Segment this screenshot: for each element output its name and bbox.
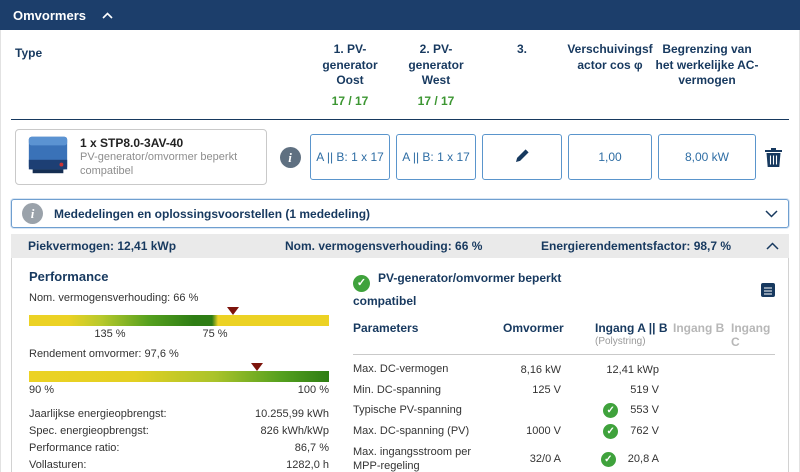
- banner-info-icon: [22, 203, 43, 225]
- stat-row: Vollasturen: 1282,0 h: [29, 458, 329, 471]
- efficiency-bar: [29, 371, 329, 383]
- nominal-power-ratio-value: Nom. vermogensverhouding: 66 %: [285, 239, 483, 254]
- check-icon: [603, 402, 619, 418]
- table-row: Min. DC-spanning 125 V 519 V: [353, 383, 659, 396]
- inverter-row: 1 x STP8.0-3AV-40 PV-generator/omvormer …: [1, 120, 799, 194]
- check-icon: [353, 275, 370, 293]
- gen2-config-button[interactable]: A || B: 1 x 17: [396, 134, 476, 181]
- delete-inverter-button[interactable]: [764, 147, 782, 167]
- column-ac-limit: Begrenzing van het werkelijke AC-vermoge…: [655, 42, 759, 88]
- energy-efficiency-factor-value: Energierendementsfactor: 98,7 %: [541, 239, 732, 254]
- power-ratio-bar: [29, 315, 329, 327]
- inverter-card[interactable]: 1 x STP8.0-3AV-40 PV-generator/omvormer …: [15, 129, 267, 186]
- section-title: Omvormers: [13, 7, 86, 23]
- stat-row: Performance ratio: 86,7 %: [29, 441, 329, 454]
- inverter-name: 1 x STP8.0-3AV-40: [80, 136, 184, 151]
- column-type: Type: [15, 46, 43, 60]
- column-gen2-west: 2. PV-generator West 17 / 17: [393, 42, 479, 109]
- power-ratio-gauge: [29, 306, 329, 327]
- messages-label: Mededelingen en oplossingsvoorstellen (1…: [54, 206, 371, 221]
- table-row: Typische PV-spanning 553 V: [353, 400, 775, 421]
- power-ratio-label: Nom. vermogensverhouding: 66 %: [29, 292, 199, 305]
- summary-bar: Piekvermogen: 12,41 kWp Nom. vermogensve…: [11, 234, 789, 259]
- gen2-string-count: 17 / 17: [417, 93, 455, 108]
- performance-stats: Jaarlijkse energieopbrengst: 10.255,99 kW…: [29, 405, 329, 472]
- table-header-row: Type 1. PV-generator Oost 17 / 17 2. PV-…: [1, 30, 799, 109]
- details-panel: Performance Nom. vermogensverhouding: 66…: [11, 258, 789, 472]
- collapse-details-icon[interactable]: [766, 242, 779, 250]
- cosphi-field[interactable]: 1,00: [568, 134, 652, 181]
- column-gen1-oost: 1. PV-generator Oost 17 / 17: [307, 42, 393, 109]
- gauge-marker: [227, 307, 239, 316]
- compatibility-panel: PV-generator/omvormer beperkt compatibel…: [353, 269, 775, 472]
- performance-panel: Performance Nom. vermogensverhouding: 66…: [29, 269, 329, 472]
- compat-table-header: Parameters Omvormer Ingang A || B (Polys…: [353, 318, 775, 356]
- edit-button[interactable]: [482, 134, 562, 181]
- pencil-icon: [515, 148, 530, 166]
- section-body: Type 1. PV-generator Oost 17 / 17 2. PV-…: [0, 30, 800, 472]
- efficiency-label: Rendement omvormer: 97,6 %: [29, 348, 179, 361]
- gauge-tick-label: 75 %: [202, 328, 228, 341]
- column-cosphi: Verschuivingsfactor cos φ: [567, 42, 653, 72]
- inverters-section: Omvormers Type 1. PV-generator Oost 17 /…: [0, 0, 800, 472]
- gen1-string-count: 17 / 17: [331, 93, 369, 108]
- inverter-status-text: PV-generator/omvormer beperkt compatibel: [80, 151, 238, 177]
- stat-row: Spec. energieopbrengst: 826 kWh/kWp: [29, 424, 329, 437]
- stat-row: Jaarlijkse energieopbrengst: 10.255,99 kW…: [29, 407, 329, 420]
- gauge-tick-label: 90 %: [29, 384, 55, 397]
- compat-status-text: PV-generator/omvormer beperkt compatibel: [353, 271, 562, 309]
- peak-power-value: Piekvermogen: 12,41 kWp: [28, 239, 177, 254]
- efficiency-gauge: [29, 362, 329, 383]
- table-icon[interactable]: [761, 283, 775, 298]
- compat-status: PV-generator/omvormer beperkt compatibel: [353, 269, 603, 310]
- check-icon: [603, 423, 619, 439]
- inverter-image: [25, 134, 71, 181]
- expand-messages-icon[interactable]: [765, 210, 778, 218]
- inverter-info-icon[interactable]: [279, 146, 301, 168]
- gauge-marker: [251, 363, 263, 372]
- table-row: Max. DC-vermogen 8,16 kW 12,41 kWp: [353, 363, 659, 376]
- performance-title: Performance: [29, 269, 109, 285]
- section-header[interactable]: Omvormers: [0, 0, 800, 30]
- check-icon: [600, 451, 616, 467]
- gen1-config-button[interactable]: A || B: 1 x 17: [310, 134, 390, 181]
- column-gen3: 3.: [516, 42, 527, 56]
- messages-banner[interactable]: Mededelingen en oplossingsvoorstellen (1…: [11, 199, 789, 229]
- table-row: Max. DC-spanning (PV) 1000 V 762 V: [353, 421, 775, 442]
- table-row: Max. ingangsstroom per MPP-regeling 32/0…: [353, 442, 775, 472]
- gauge-tick-label: 135 %: [94, 328, 126, 341]
- gauge-tick-label: 100 %: [297, 384, 329, 397]
- ac-limit-field[interactable]: 8,00 kW: [658, 134, 756, 181]
- collapse-section-icon[interactable]: [102, 11, 113, 19]
